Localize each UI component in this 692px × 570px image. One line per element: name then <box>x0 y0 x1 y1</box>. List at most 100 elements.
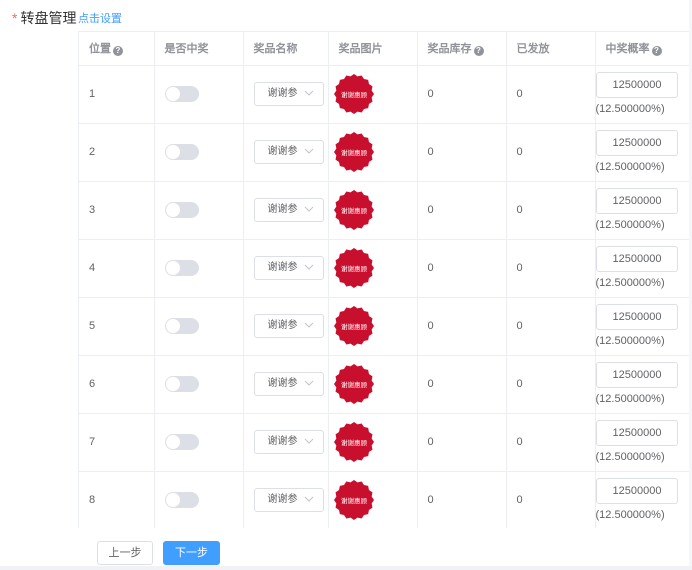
rate-input[interactable]: 12500000 <box>595 419 678 446</box>
prize-badge-image[interactable]: 谢谢惠顾 <box>333 247 375 289</box>
prize-name-select[interactable]: 谢谢参 <box>253 430 324 454</box>
cell-issued: 0 <box>506 123 596 182</box>
table-row: 5 谢谢参 谢谢惠顾 0 0 12500000 (12.500000%) <box>79 297 692 356</box>
winning-switch[interactable] <box>164 318 199 334</box>
prize-name-select[interactable]: 谢谢参 <box>253 140 324 164</box>
cell-rate: 12500000 (12.500000%) <box>595 65 692 124</box>
help-icon[interactable]: ? <box>113 46 123 57</box>
prize-badge-image[interactable]: 谢谢惠顾 <box>333 421 375 463</box>
label-text: 转盘管理 <box>20 10 77 26</box>
cell-position: 7 <box>79 413 155 472</box>
rate-input[interactable]: 12500000 <box>595 361 678 388</box>
rate-input[interactable]: 12500000 <box>595 477 678 504</box>
prize-name-value: 谢谢参 <box>267 146 298 157</box>
prize-name-select[interactable]: 谢谢参 <box>253 372 324 396</box>
header-prize-image: 奖品图片 <box>328 32 418 66</box>
prize-badge-image[interactable]: 谢谢惠顾 <box>333 73 375 115</box>
prize-name-select[interactable]: 谢谢参 <box>253 198 324 222</box>
next-step-button[interactable]: 下一步 <box>163 541 220 565</box>
position-value: 7 <box>89 436 96 448</box>
winning-switch[interactable] <box>164 260 199 276</box>
winning-switch[interactable] <box>164 86 199 102</box>
cell-rate: 12500000 (12.500000%) <box>595 413 692 472</box>
prize-badge-image[interactable]: 谢谢惠顾 <box>333 131 375 173</box>
cell-prize-image: 谢谢惠顾 <box>328 181 418 240</box>
badge-text: 谢谢惠顾 <box>341 380 368 389</box>
rate-input[interactable]: 12500000 <box>595 245 678 272</box>
switch-knob <box>165 319 180 333</box>
table-row: 6 谢谢参 谢谢惠顾 0 0 12500000 (12.500000%) <box>79 355 692 414</box>
cell-issued: 0 <box>506 239 596 298</box>
prize-name-value: 谢谢参 <box>267 494 298 505</box>
winning-switch[interactable] <box>164 492 199 508</box>
cell-prize-image: 谢谢惠顾 <box>328 65 418 124</box>
winning-switch[interactable] <box>164 144 199 160</box>
chevron-down-icon <box>304 322 313 328</box>
chevron-down-icon <box>304 438 313 444</box>
prize-name-select[interactable]: 谢谢参 <box>253 488 324 512</box>
switch-knob <box>165 435 180 449</box>
rate-percent: (12.500000%) <box>595 102 665 115</box>
help-icon[interactable]: ? <box>651 46 662 57</box>
switch-knob <box>165 377 180 391</box>
cell-is-winning <box>154 355 244 414</box>
help-icon[interactable]: ? <box>473 46 484 57</box>
position-value: 5 <box>89 320 96 332</box>
prize-name-select[interactable]: 谢谢参 <box>253 256 324 280</box>
prize-name-value: 谢谢参 <box>267 88 298 99</box>
rate-input[interactable]: 12500000 <box>595 303 678 330</box>
prize-badge-image[interactable]: 谢谢惠顾 <box>333 479 375 521</box>
badge-text: 谢谢惠顾 <box>341 496 368 505</box>
winning-switch[interactable] <box>164 434 199 450</box>
cell-issued: 0 <box>506 181 596 240</box>
cell-position: 6 <box>79 355 155 414</box>
switch-knob <box>165 493 180 507</box>
cell-position: 2 <box>79 123 155 182</box>
cell-position: 4 <box>79 239 155 298</box>
rate-input[interactable]: 12500000 <box>595 187 678 214</box>
stock-value: 0 <box>427 262 434 274</box>
cell-is-winning <box>154 181 244 240</box>
cell-prize-image: 谢谢惠顾 <box>328 239 418 298</box>
cell-prize-name: 谢谢参 <box>243 181 329 240</box>
chevron-down-icon <box>304 264 313 270</box>
prev-step-button[interactable]: 上一步 <box>97 541 153 565</box>
prize-name-select[interactable]: 谢谢参 <box>253 82 324 106</box>
issued-value: 0 <box>516 436 523 448</box>
prize-badge-image[interactable]: 谢谢惠顾 <box>333 363 375 405</box>
cell-issued: 0 <box>506 413 596 472</box>
cell-issued: 0 <box>506 355 596 414</box>
winning-switch[interactable] <box>164 202 199 218</box>
click-setup-link[interactable]: 点击设置 <box>78 12 122 26</box>
rate-percent: (12.500000%) <box>595 508 665 521</box>
stock-value: 0 <box>427 88 434 100</box>
table-row: 8 谢谢参 谢谢惠顾 0 0 12500000 (12.500000%) <box>79 471 692 528</box>
issued-value: 0 <box>516 262 523 274</box>
cell-prize-image: 谢谢惠顾 <box>328 297 418 356</box>
prize-badge-image[interactable]: 谢谢惠顾 <box>333 189 375 231</box>
header-is-winning: 是否中奖 <box>154 32 244 66</box>
rate-percent: (12.500000%) <box>595 218 665 231</box>
cell-rate: 12500000 (12.500000%) <box>595 123 692 182</box>
badge-text: 谢谢惠顾 <box>341 264 368 273</box>
prize-badge-image[interactable]: 谢谢惠顾 <box>333 305 375 347</box>
rate-input[interactable]: 12500000 <box>595 129 678 156</box>
switch-knob <box>165 87 180 101</box>
prize-name-value: 谢谢参 <box>267 378 298 389</box>
stock-value: 0 <box>427 146 434 158</box>
cell-stock: 0 <box>417 471 507 528</box>
rate-percent: (12.500000%) <box>595 392 665 405</box>
cell-stock: 0 <box>417 297 507 356</box>
cell-issued: 0 <box>506 65 596 124</box>
rate-input[interactable]: 12500000 <box>595 71 678 98</box>
winning-switch[interactable] <box>164 376 199 392</box>
position-value: 6 <box>89 378 96 390</box>
cell-is-winning <box>154 297 244 356</box>
prize-name-value: 谢谢参 <box>267 204 298 215</box>
horizontal-scrollbar-track[interactable] <box>0 566 692 570</box>
prize-name-select[interactable]: 谢谢参 <box>253 314 324 338</box>
cell-prize-image: 谢谢惠顾 <box>328 471 418 528</box>
cell-issued: 0 <box>506 297 596 356</box>
cell-position: 3 <box>79 181 155 240</box>
issued-value: 0 <box>516 320 523 332</box>
